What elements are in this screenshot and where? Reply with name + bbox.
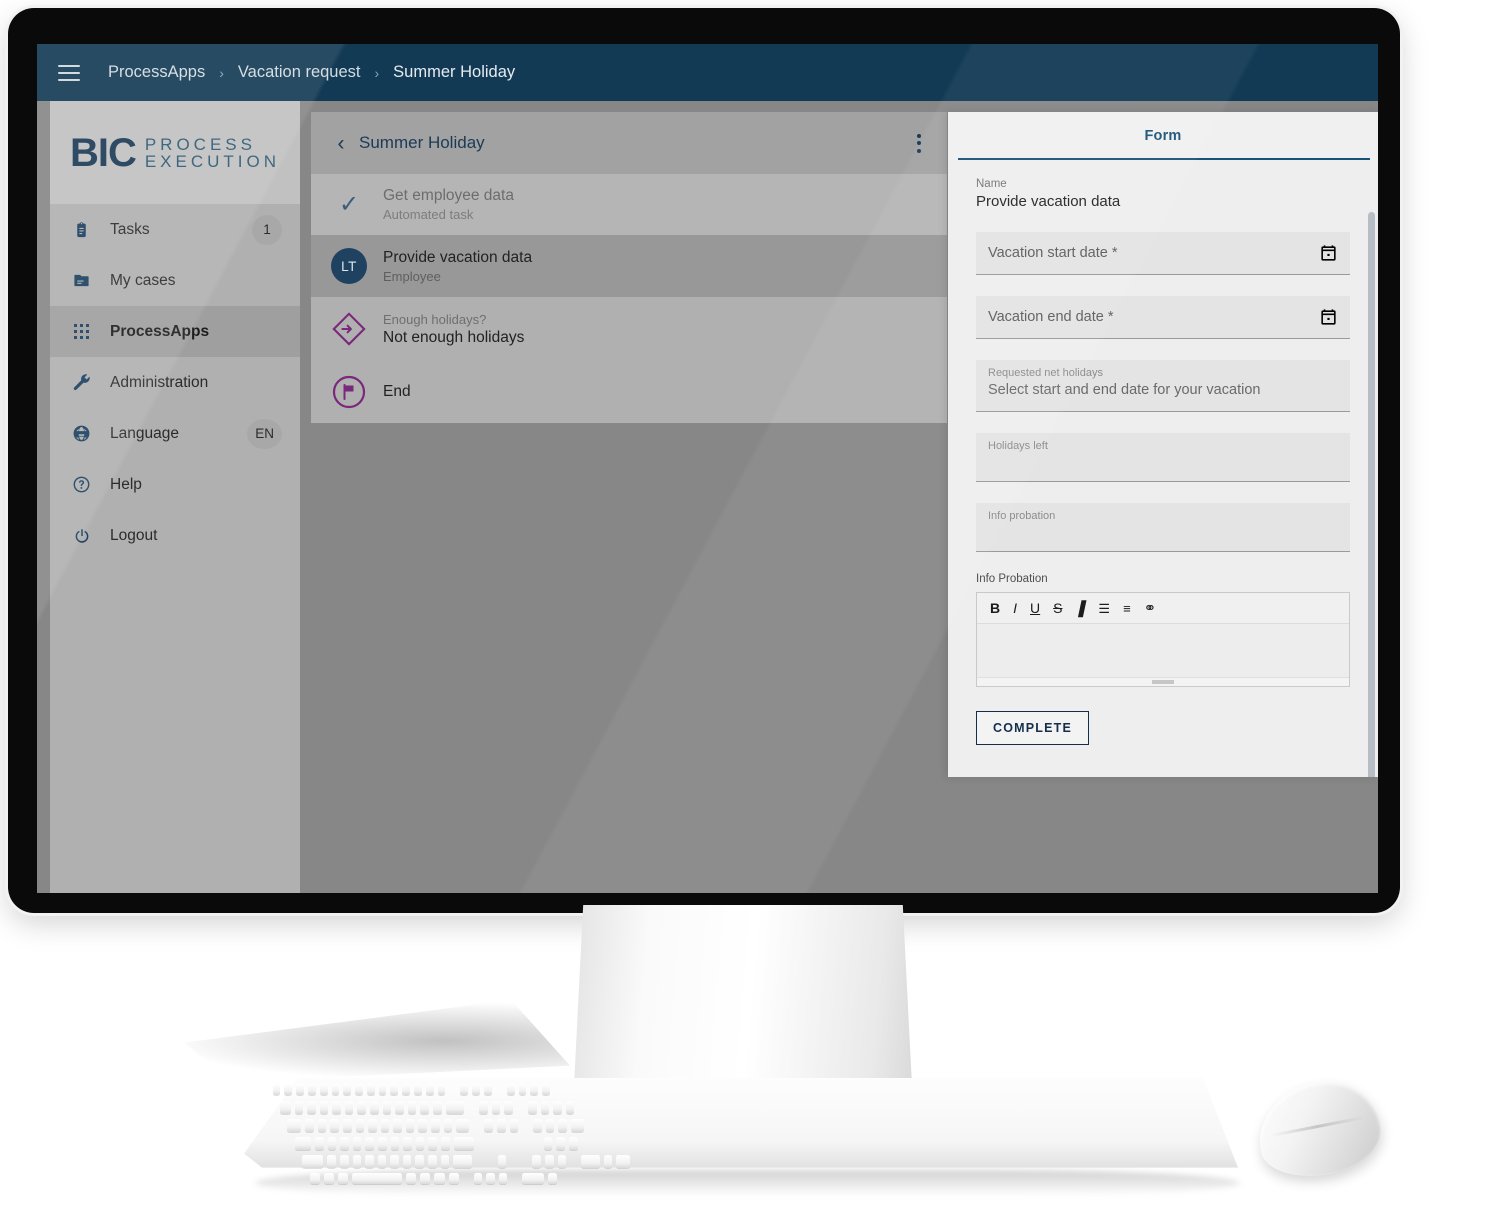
breadcrumb-item-processapps[interactable]: ProcessApps xyxy=(108,63,205,82)
grid-icon xyxy=(69,321,94,343)
holidays-left-field[interactable]: Holidays left xyxy=(976,433,1350,482)
link-icon[interactable]: ⚭ xyxy=(1144,601,1157,616)
sidebar-item-tasks[interactable]: Tasks 1 xyxy=(50,204,300,255)
check-icon: ✓ xyxy=(338,190,360,218)
sidebar-item-language[interactable]: Language EN xyxy=(50,408,300,459)
sidebar-item-label: Tasks xyxy=(110,220,150,238)
rich-text-editor[interactable]: B I U S ▐ ☰ ≡ ⚭ xyxy=(976,592,1350,687)
calendar-icon[interactable] xyxy=(1319,244,1338,263)
clipboard-icon xyxy=(69,219,94,241)
rich-text-resize-handle[interactable] xyxy=(977,677,1349,686)
logo-mark: BIC xyxy=(69,130,137,175)
field-placeholder: Vacation start date * xyxy=(988,245,1118,261)
step-title: Provide vacation data xyxy=(383,248,533,266)
end-event-icon xyxy=(327,374,371,410)
top-app-bar: ProcessApps › Vacation request › Summer … xyxy=(37,44,1378,101)
avatar: LT xyxy=(327,248,371,284)
hamburger-icon[interactable] xyxy=(58,64,80,81)
name-label: Name xyxy=(976,178,1007,190)
logo-text-process: PROCESS xyxy=(144,134,256,154)
step-subtitle: Automated task xyxy=(383,207,474,222)
rich-text-toolbar: B I U S ▐ ☰ ≡ ⚭ xyxy=(977,593,1349,624)
sidebar-item-label: Language xyxy=(110,424,179,442)
sidebar-item-administration[interactable]: Administration xyxy=(50,357,300,408)
mouse xyxy=(1250,1072,1388,1186)
sidebar-item-processapps[interactable]: ProcessApps xyxy=(50,306,300,357)
requested-net-holidays-field[interactable]: Requested net holidays Select start and … xyxy=(976,360,1350,412)
sidebar-item-label: Administration xyxy=(110,373,209,391)
breadcrumb-item-vacation-request[interactable]: Vacation request xyxy=(238,63,361,82)
keyboard-keys xyxy=(238,1078,1238,1186)
tab-form[interactable]: Form xyxy=(1144,128,1181,144)
numbered-list-icon[interactable]: ≡ xyxy=(1123,602,1131,615)
vacation-start-date-input[interactable]: Vacation start date * xyxy=(976,232,1350,275)
step-title: Get employee data xyxy=(383,187,514,204)
sidebar-item-label: Logout xyxy=(110,526,158,544)
process-step-end[interactable]: End xyxy=(311,361,947,423)
folder-icon xyxy=(69,270,94,292)
sidebar: BIC PROCESS EXECUTION Tasks 1 My cases P… xyxy=(50,101,300,893)
vacation-end-date-input[interactable]: Vacation end date * xyxy=(976,296,1350,339)
breadcrumb-separator-icon: › xyxy=(374,64,380,81)
kebab-menu-icon[interactable] xyxy=(907,128,931,159)
name-value: Provide vacation data xyxy=(976,193,1121,210)
step-title: Not enough holidays xyxy=(383,328,525,346)
process-steps-panel: ‹ Summer Holiday ✓ Get employee data Aut… xyxy=(311,112,947,423)
screen: ProcessApps › Vacation request › Summer … xyxy=(37,44,1378,893)
form-scrollbar[interactable] xyxy=(1368,212,1375,777)
field-label: Holidays left xyxy=(988,440,1048,452)
step-gateway-question: Enough holidays? xyxy=(383,311,487,327)
breadcrumb-separator-icon: › xyxy=(219,64,224,81)
process-header: ‹ Summer Holiday xyxy=(311,112,947,174)
field-value: Select start and end date for your vacat… xyxy=(988,382,1261,398)
sidebar-item-label: ProcessApps xyxy=(110,322,210,340)
gateway-icon xyxy=(327,310,371,348)
italic-icon[interactable]: I xyxy=(1013,601,1017,615)
sidebar-item-help[interactable]: Help xyxy=(50,459,300,510)
chevron-left-icon[interactable]: ‹ xyxy=(327,133,355,154)
form-body: Name Provide vacation data Vacation star… xyxy=(948,160,1378,777)
sidebar-item-logout[interactable]: Logout xyxy=(50,510,300,561)
app-logo: BIC PROCESS EXECUTION xyxy=(50,101,300,204)
info-probation-field[interactable]: Info probation xyxy=(976,503,1350,552)
avatar-initials: LT xyxy=(331,248,367,284)
step-subtitle: Employee xyxy=(383,268,441,284)
process-step-enough-holidays[interactable]: Enough holidays? Not enough holidays xyxy=(311,297,947,361)
rich-text-label: Info Probation xyxy=(976,573,1048,585)
tasks-count-badge: 1 xyxy=(252,214,282,245)
bold-icon[interactable]: B xyxy=(990,601,1000,615)
breadcrumb: ProcessApps › Vacation request › Summer … xyxy=(108,63,515,82)
strikethrough-icon[interactable]: S xyxy=(1053,601,1062,615)
breadcrumb-item-summer-holiday: Summer Holiday xyxy=(393,63,516,81)
field-label: Requested net holidays xyxy=(988,367,1103,379)
sidebar-item-my-cases[interactable]: My cases xyxy=(50,255,300,306)
monitor-bezel: ProcessApps › Vacation request › Summer … xyxy=(8,8,1400,913)
step-title: End xyxy=(383,383,411,400)
sidebar-item-label: Help xyxy=(110,475,142,493)
rich-text-content[interactable] xyxy=(977,624,1349,677)
wrench-icon xyxy=(69,372,94,394)
form-tabstrip: Form xyxy=(948,112,1378,160)
language-code-badge: EN xyxy=(247,418,282,449)
monitor-stand xyxy=(573,905,913,1105)
process-step-provide-vacation-data[interactable]: LT Provide vacation data Employee xyxy=(311,235,947,297)
process-title: Summer Holiday xyxy=(359,133,485,152)
sidebar-item-label: My cases xyxy=(110,271,176,289)
field-label: Info probation xyxy=(988,510,1056,522)
form-panel: Form Name Provide vacation data Vacation… xyxy=(948,112,1378,777)
logo-text-execution: EXECUTION xyxy=(144,151,281,171)
calendar-icon[interactable] xyxy=(1319,308,1338,327)
complete-button[interactable]: COMPLETE xyxy=(976,711,1090,745)
highlight-icon[interactable]: ▐ xyxy=(1074,600,1087,616)
stand-shadow xyxy=(183,1000,570,1082)
power-icon xyxy=(69,525,94,547)
bullet-list-icon[interactable]: ☰ xyxy=(1098,602,1110,615)
globe-icon xyxy=(69,423,94,445)
underline-icon[interactable]: U xyxy=(1030,601,1040,615)
process-step-get-employee-data[interactable]: ✓ Get employee data Automated task xyxy=(311,174,947,235)
keyboard xyxy=(238,1078,1238,1186)
field-placeholder: Vacation end date * xyxy=(988,309,1114,325)
question-icon xyxy=(69,474,94,496)
